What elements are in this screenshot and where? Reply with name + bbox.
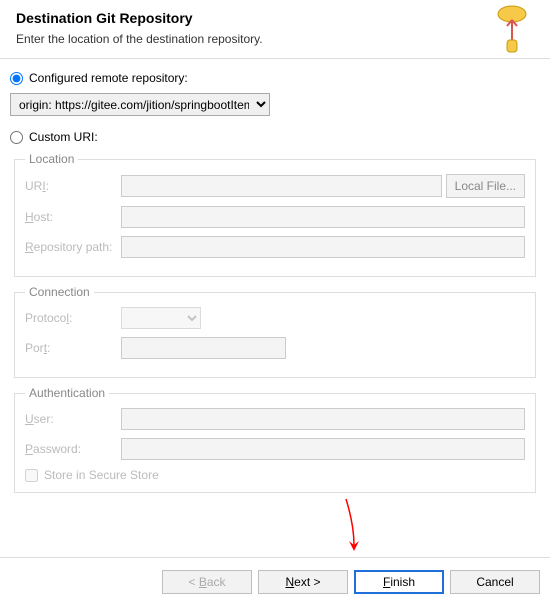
port-label: Port: bbox=[25, 341, 121, 355]
password-label: Password: bbox=[25, 442, 121, 456]
configured-remote-row[interactable]: Configured remote repository: bbox=[10, 71, 540, 85]
auth-legend: Authentication bbox=[25, 386, 109, 400]
configured-remote-label: Configured remote repository: bbox=[29, 71, 188, 85]
location-legend: Location bbox=[25, 152, 78, 166]
connection-fieldset: Connection Protocol: Port: bbox=[14, 285, 536, 378]
button-bar: < Back Next > Finish Cancel bbox=[0, 557, 550, 606]
protocol-label: Protocol: bbox=[25, 311, 121, 325]
port-row: Port: bbox=[25, 337, 525, 359]
location-fieldset: Location URI: Local File... Host: Reposi… bbox=[14, 152, 536, 277]
dialog-subtitle: Enter the location of the destination re… bbox=[16, 32, 534, 46]
dialog-header: Destination Git Repository Enter the loc… bbox=[0, 0, 550, 58]
auth-fieldset: Authentication User: Password: Store in … bbox=[14, 386, 536, 493]
uri-input bbox=[121, 175, 442, 197]
uri-row: URI: Local File... bbox=[25, 174, 525, 198]
configured-remote-radio[interactable] bbox=[10, 72, 23, 85]
host-input bbox=[121, 206, 525, 228]
repo-path-input bbox=[121, 236, 525, 258]
cloud-upload-icon bbox=[492, 4, 532, 57]
user-row: User: bbox=[25, 408, 525, 430]
custom-uri-label: Custom URI: bbox=[29, 130, 98, 144]
cancel-button[interactable]: Cancel bbox=[450, 570, 540, 594]
local-file-button: Local File... bbox=[446, 174, 525, 198]
remote-repo-select[interactable]: origin: https://gitee.com/jition/springb… bbox=[10, 93, 270, 116]
repo-path-row: Repository path: bbox=[25, 236, 525, 258]
user-label: User: bbox=[25, 412, 121, 426]
dialog-title: Destination Git Repository bbox=[16, 10, 534, 26]
finish-button[interactable]: Finish bbox=[354, 570, 444, 594]
connection-legend: Connection bbox=[25, 285, 94, 299]
secure-store-row: Store in Secure Store bbox=[25, 468, 525, 482]
port-input bbox=[121, 337, 286, 359]
user-input bbox=[121, 408, 525, 430]
protocol-row: Protocol: bbox=[25, 307, 525, 329]
next-button[interactable]: Next > bbox=[258, 570, 348, 594]
protocol-select bbox=[121, 307, 201, 329]
password-input bbox=[121, 438, 525, 460]
custom-uri-row[interactable]: Custom URI: bbox=[10, 130, 540, 144]
uri-label: URI: bbox=[25, 179, 121, 193]
secure-store-checkbox bbox=[25, 469, 38, 482]
password-row: Password: bbox=[25, 438, 525, 460]
host-label: Host: bbox=[25, 210, 121, 224]
custom-uri-radio[interactable] bbox=[10, 131, 23, 144]
back-button: < Back bbox=[162, 570, 252, 594]
annotation-arrow-icon bbox=[340, 495, 370, 558]
repo-path-label: Repository path: bbox=[25, 240, 121, 254]
host-row: Host: bbox=[25, 206, 525, 228]
secure-store-label: Store in Secure Store bbox=[44, 468, 159, 482]
dialog-content: Configured remote repository: origin: ht… bbox=[0, 58, 550, 511]
